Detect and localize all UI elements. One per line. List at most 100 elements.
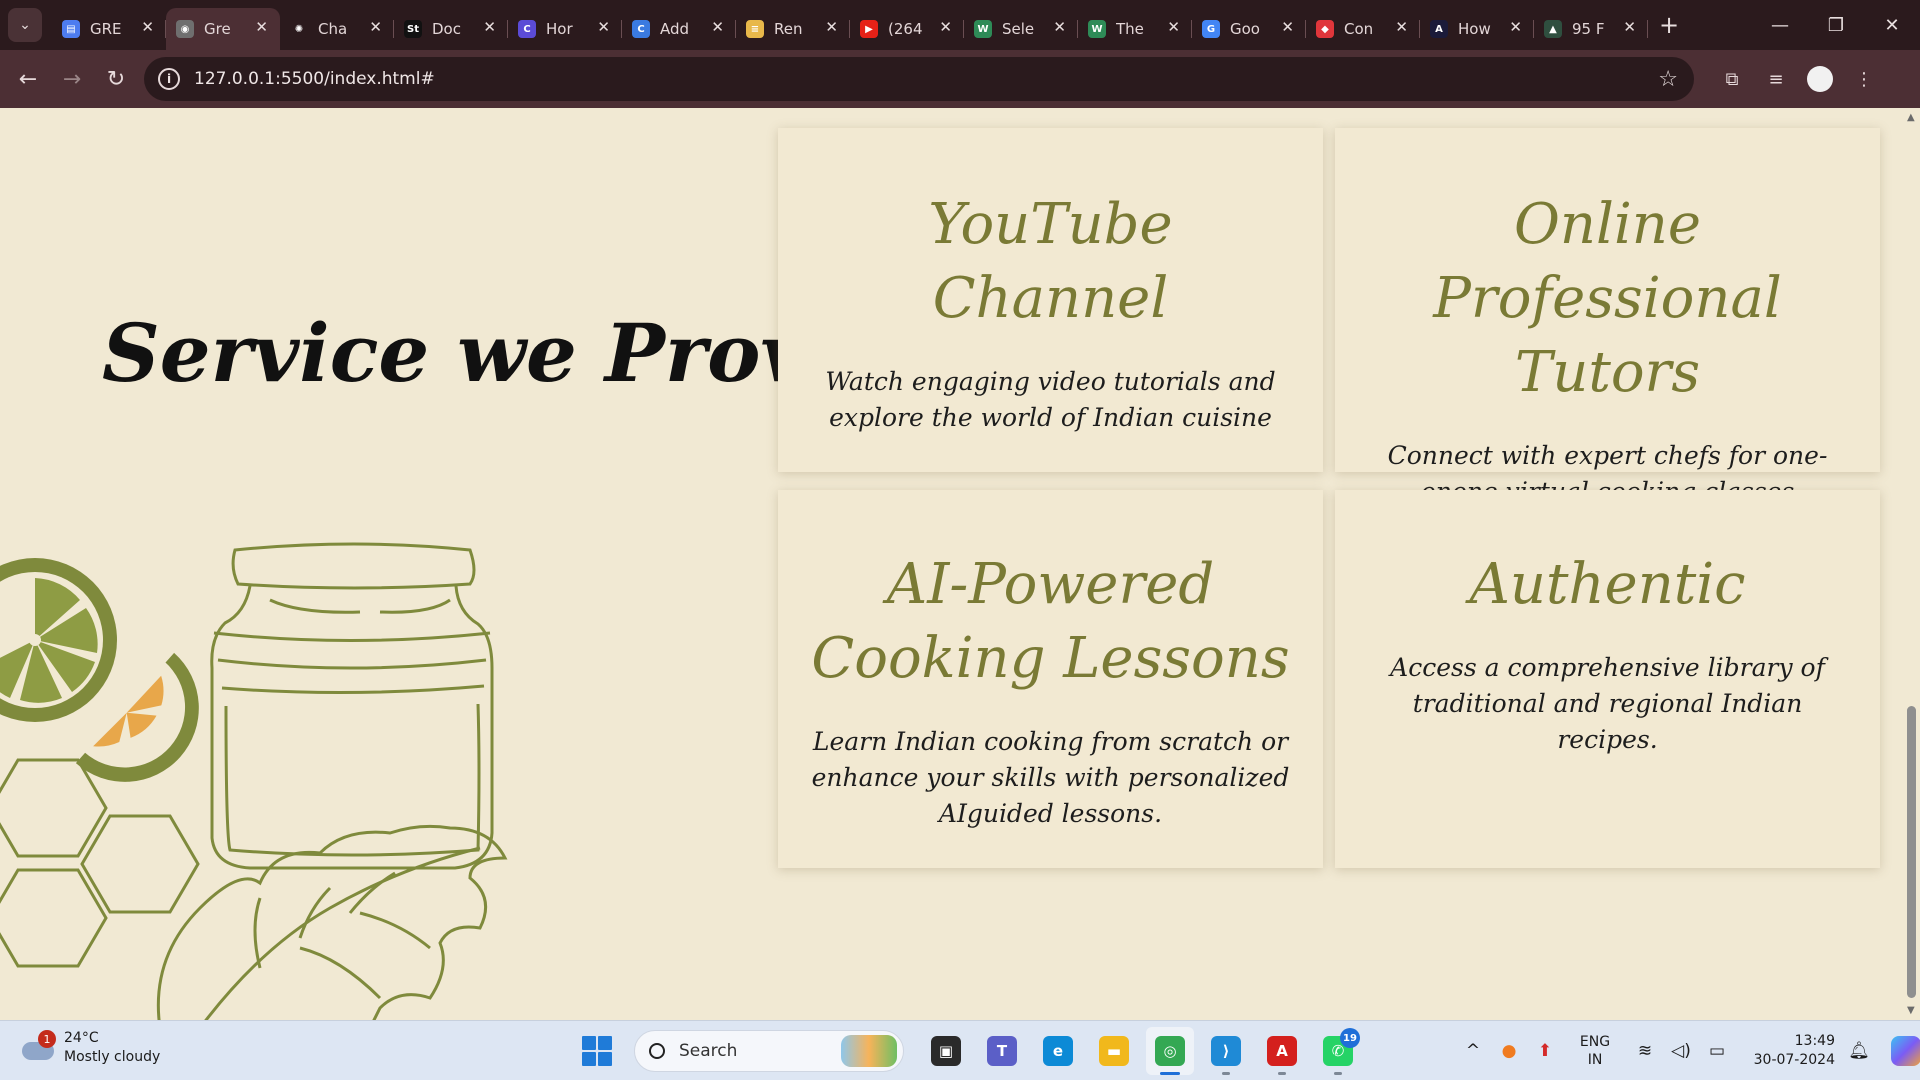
taskbar-app-edge[interactable]: e bbox=[1034, 1027, 1082, 1075]
browser-tab[interactable]: ≡ Ren ✕ bbox=[736, 8, 850, 50]
service-card: Online Professional Tutors Connect with … bbox=[1335, 128, 1880, 506]
tab-close-icon[interactable]: ✕ bbox=[1623, 18, 1636, 36]
extensions-icon[interactable]: ⧉ bbox=[1710, 59, 1754, 99]
tab-close-icon[interactable]: ✕ bbox=[939, 18, 952, 36]
back-button[interactable]: ← bbox=[6, 59, 50, 99]
tab-favicon-icon: ≡ bbox=[746, 20, 764, 38]
tab-search-button[interactable]: ⌄ bbox=[8, 8, 42, 42]
tab-close-icon[interactable]: ✕ bbox=[1053, 18, 1066, 36]
browser-tab[interactable]: ✺ Cha ✕ bbox=[280, 8, 394, 50]
taskbar-app-vscode[interactable]: ⟩ bbox=[1202, 1027, 1250, 1075]
browser-tab[interactable]: W Sele ✕ bbox=[964, 8, 1078, 50]
edge-icon: e bbox=[1043, 1036, 1073, 1066]
unread-count-badge: 19 bbox=[1340, 1028, 1360, 1048]
tab-close-icon[interactable]: ✕ bbox=[141, 18, 154, 36]
browser-menu-icon[interactable]: ⋮ bbox=[1842, 59, 1886, 99]
start-button[interactable] bbox=[582, 1036, 612, 1066]
scrollbar-thumb[interactable] bbox=[1907, 706, 1916, 998]
tab-favicon-icon: A bbox=[1430, 20, 1448, 38]
pinned-apps: ▣ Te ▬ ◎ ⟩ A ✆ 19 bbox=[918, 1027, 1366, 1075]
tab-close-icon[interactable]: ✕ bbox=[1509, 18, 1522, 36]
taskbar-app-file-explorer[interactable]: ▬ bbox=[1090, 1027, 1138, 1075]
taskbar-center: Search ▣ Te ▬ ◎ ⟩ A ✆ 19 bbox=[582, 1027, 1366, 1075]
browser-tab[interactable]: ▤ GRE ✕ bbox=[52, 8, 166, 50]
close-window-button[interactable]: ✕ bbox=[1864, 0, 1920, 50]
tab-close-icon[interactable]: ✕ bbox=[597, 18, 610, 36]
tab-close-icon[interactable]: ✕ bbox=[711, 18, 724, 36]
tab-close-icon[interactable]: ✕ bbox=[825, 18, 838, 36]
browser-tab[interactable]: C Hor ✕ bbox=[508, 8, 622, 50]
reload-button[interactable]: ↻ bbox=[94, 59, 138, 99]
clock[interactable]: 13:49 30-07-2024 bbox=[1743, 1032, 1835, 1070]
show-hidden-icons-button[interactable]: ^ bbox=[1455, 1041, 1491, 1061]
minimize-button[interactable]: — bbox=[1752, 0, 1808, 50]
tab-close-icon[interactable]: ✕ bbox=[1281, 18, 1294, 36]
taskbar-app-chrome[interactable]: ◎ bbox=[1146, 1027, 1194, 1075]
chrome-icon: ◎ bbox=[1155, 1036, 1185, 1066]
back-arrow-icon: ← bbox=[18, 66, 38, 92]
tab-close-icon[interactable]: ✕ bbox=[1167, 18, 1180, 36]
browser-tab[interactable]: ◆ Con ✕ bbox=[1306, 8, 1420, 50]
service-description: Watch engaging video tutorials and explo… bbox=[825, 367, 1276, 432]
page-viewport: Service we Provide YouTube Channel Watch… bbox=[0, 108, 1920, 1020]
tab-title: GRE bbox=[90, 20, 122, 38]
clock-date: 30-07-2024 bbox=[1753, 1052, 1835, 1068]
browser-tab[interactable]: St Doc ✕ bbox=[394, 8, 508, 50]
browser-tab[interactable]: G Goo ✕ bbox=[1192, 8, 1306, 50]
scroll-up-icon[interactable]: ▲ bbox=[1907, 112, 1915, 123]
taskbar-app-acrobat[interactable]: A bbox=[1258, 1027, 1306, 1075]
tab-close-icon[interactable]: ✕ bbox=[255, 18, 268, 36]
weather-widget[interactable]: 1 24°C Mostly cloudy bbox=[20, 1029, 160, 1067]
service-title: YouTube Channel bbox=[928, 192, 1173, 331]
search-placeholder: Search bbox=[679, 1041, 738, 1061]
teams-icon: T bbox=[987, 1036, 1017, 1066]
site-info-icon[interactable]: i bbox=[158, 68, 180, 90]
tab-title: Ren bbox=[774, 20, 803, 38]
avast-icon[interactable]: ● bbox=[1491, 1041, 1527, 1061]
upload-arrow-icon[interactable]: ⬆ bbox=[1527, 1041, 1563, 1061]
window-controls: — ❐ ✕ bbox=[1752, 0, 1920, 50]
tab-close-icon[interactable]: ✕ bbox=[483, 18, 496, 36]
address-bar[interactable]: i 127.0.0.1:5500/index.html# ☆ bbox=[144, 57, 1694, 101]
browser-tab[interactable]: W The ✕ bbox=[1078, 8, 1192, 50]
browser-tab[interactable]: ◉ Gre ✕ bbox=[166, 8, 280, 50]
task-view-icon: ▣ bbox=[931, 1036, 961, 1066]
jar-illustration bbox=[210, 542, 494, 870]
new-tab-button[interactable]: + bbox=[1654, 10, 1684, 40]
profile-avatar[interactable] bbox=[1807, 66, 1833, 92]
copilot-icon[interactable] bbox=[1891, 1036, 1920, 1066]
browser-tab[interactable]: ▶ (264 ✕ bbox=[850, 8, 964, 50]
running-indicator bbox=[1334, 1072, 1342, 1075]
taskbar-app-teams[interactable]: T bbox=[978, 1027, 1026, 1075]
media-controls-icon[interactable]: ≡ bbox=[1754, 59, 1798, 99]
service-card: AI-Powered Cooking Lessons Learn Indian … bbox=[778, 490, 1323, 868]
search-highlight-illustration bbox=[841, 1035, 897, 1067]
restore-button[interactable]: ❐ bbox=[1808, 0, 1864, 50]
notification-bell-icon[interactable]: 🔔︎ bbox=[1841, 1041, 1877, 1061]
battery-icon[interactable]: ▭ bbox=[1699, 1041, 1735, 1061]
lime-slice-illustration bbox=[0, 558, 117, 722]
tab-title: 95 F bbox=[1572, 20, 1605, 38]
service-title: Online Professional Tutors bbox=[1433, 192, 1782, 405]
taskbar-search[interactable]: Search bbox=[634, 1030, 904, 1072]
tab-title: The bbox=[1116, 20, 1144, 38]
toolbar-actions: ⧉ ≡ ⋮ bbox=[1710, 59, 1886, 99]
browser-tab[interactable]: A How ✕ bbox=[1420, 8, 1534, 50]
forward-button[interactable]: → bbox=[50, 59, 94, 99]
tab-close-icon[interactable]: ✕ bbox=[1395, 18, 1408, 36]
service-title: AI-Powered Cooking Lessons bbox=[811, 552, 1290, 691]
scroll-down-icon[interactable]: ▼ bbox=[1907, 1005, 1915, 1016]
tab-close-icon[interactable]: ✕ bbox=[369, 18, 382, 36]
url-text[interactable]: 127.0.0.1:5500/index.html# bbox=[194, 69, 435, 89]
volume-icon[interactable]: ◁) bbox=[1663, 1041, 1699, 1061]
wifi-icon[interactable]: ≋ bbox=[1627, 1041, 1663, 1061]
taskbar-app-task-view[interactable]: ▣ bbox=[922, 1027, 970, 1075]
browser-tab[interactable]: ▲ 95 F ✕ bbox=[1534, 8, 1648, 50]
page-scrollbar[interactable]: ▲ ▼ bbox=[1903, 108, 1920, 1020]
kitchen-illustration bbox=[0, 542, 508, 1020]
taskbar-app-whatsapp[interactable]: ✆ 19 bbox=[1314, 1027, 1362, 1075]
language-indicator[interactable]: ENG IN bbox=[1563, 1033, 1627, 1069]
region-code: IN bbox=[1587, 1052, 1603, 1068]
browser-tab[interactable]: C Add ✕ bbox=[622, 8, 736, 50]
bookmark-star-icon[interactable]: ☆ bbox=[1658, 67, 1678, 92]
